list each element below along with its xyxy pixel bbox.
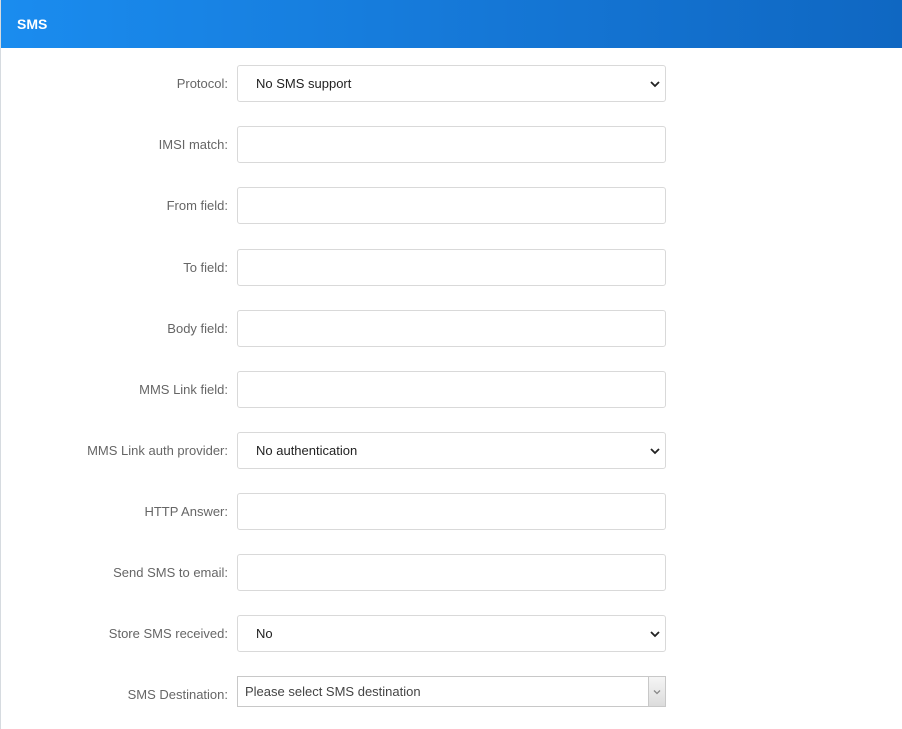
mms-link-auth-provider-select[interactable]: No authentication [237, 432, 666, 469]
body-field-label: Body field: [167, 321, 228, 336]
store-sms-received-value: No [256, 626, 273, 641]
to-field-label: To field: [183, 260, 228, 275]
store-sms-received-row: Store SMS received: No [1, 615, 902, 652]
mms-link-auth-provider-row: MMS Link auth provider: No authenticatio… [1, 432, 902, 469]
sms-destination-row: SMS Destination: Please select SMS desti… [1, 676, 902, 713]
body-field-input[interactable] [237, 310, 666, 347]
caret-down-icon [653, 689, 661, 694]
from-field-label: From field: [166, 198, 228, 213]
protocol-select[interactable]: No SMS support [237, 65, 666, 102]
imsi-match-row: IMSI match: [1, 126, 902, 163]
from-field-row: From field: [1, 187, 902, 224]
panel-title: SMS [17, 16, 48, 32]
imsi-match-input[interactable] [237, 126, 666, 163]
store-sms-received-label: Store SMS received: [108, 626, 228, 641]
sms-settings-panel: SMS Protocol: No SMS support IMSI match:… [0, 0, 902, 729]
sms-destination-label: SMS Destination: [127, 687, 228, 702]
protocol-label: Protocol: [176, 76, 228, 91]
panel-header: SMS [1, 0, 902, 48]
imsi-match-label: IMSI match: [158, 137, 228, 152]
sms-destination-select[interactable]: Please select SMS destination [237, 676, 666, 707]
chevron-down-icon [650, 80, 660, 87]
send-sms-to-email-input[interactable] [237, 554, 666, 591]
chevron-down-icon [650, 447, 660, 454]
chevron-down-icon [650, 630, 660, 637]
sms-destination-arrow[interactable] [648, 677, 665, 706]
mms-link-field-row: MMS Link field: [1, 371, 902, 408]
mms-link-field-label: MMS Link field: [139, 382, 228, 397]
store-sms-received-select[interactable]: No [237, 615, 666, 652]
body-field-row: Body field: [1, 310, 902, 347]
http-answer-input[interactable] [237, 493, 666, 530]
send-sms-to-email-label: Send SMS to email: [113, 565, 228, 580]
from-field-input[interactable] [237, 187, 666, 224]
send-sms-to-email-row: Send SMS to email: [1, 554, 902, 591]
protocol-select-value: No SMS support [256, 76, 352, 91]
to-field-input[interactable] [237, 249, 666, 286]
sms-destination-placeholder: Please select SMS destination [245, 684, 421, 699]
http-answer-row: HTTP Answer: [1, 493, 902, 530]
http-answer-label: HTTP Answer: [144, 504, 228, 519]
to-field-row: To field: [1, 249, 902, 286]
protocol-row: Protocol: No SMS support [1, 65, 902, 102]
mms-link-field-input[interactable] [237, 371, 666, 408]
mms-link-auth-provider-label: MMS Link auth provider: [87, 443, 228, 458]
mms-link-auth-provider-value: No authentication [256, 443, 358, 458]
